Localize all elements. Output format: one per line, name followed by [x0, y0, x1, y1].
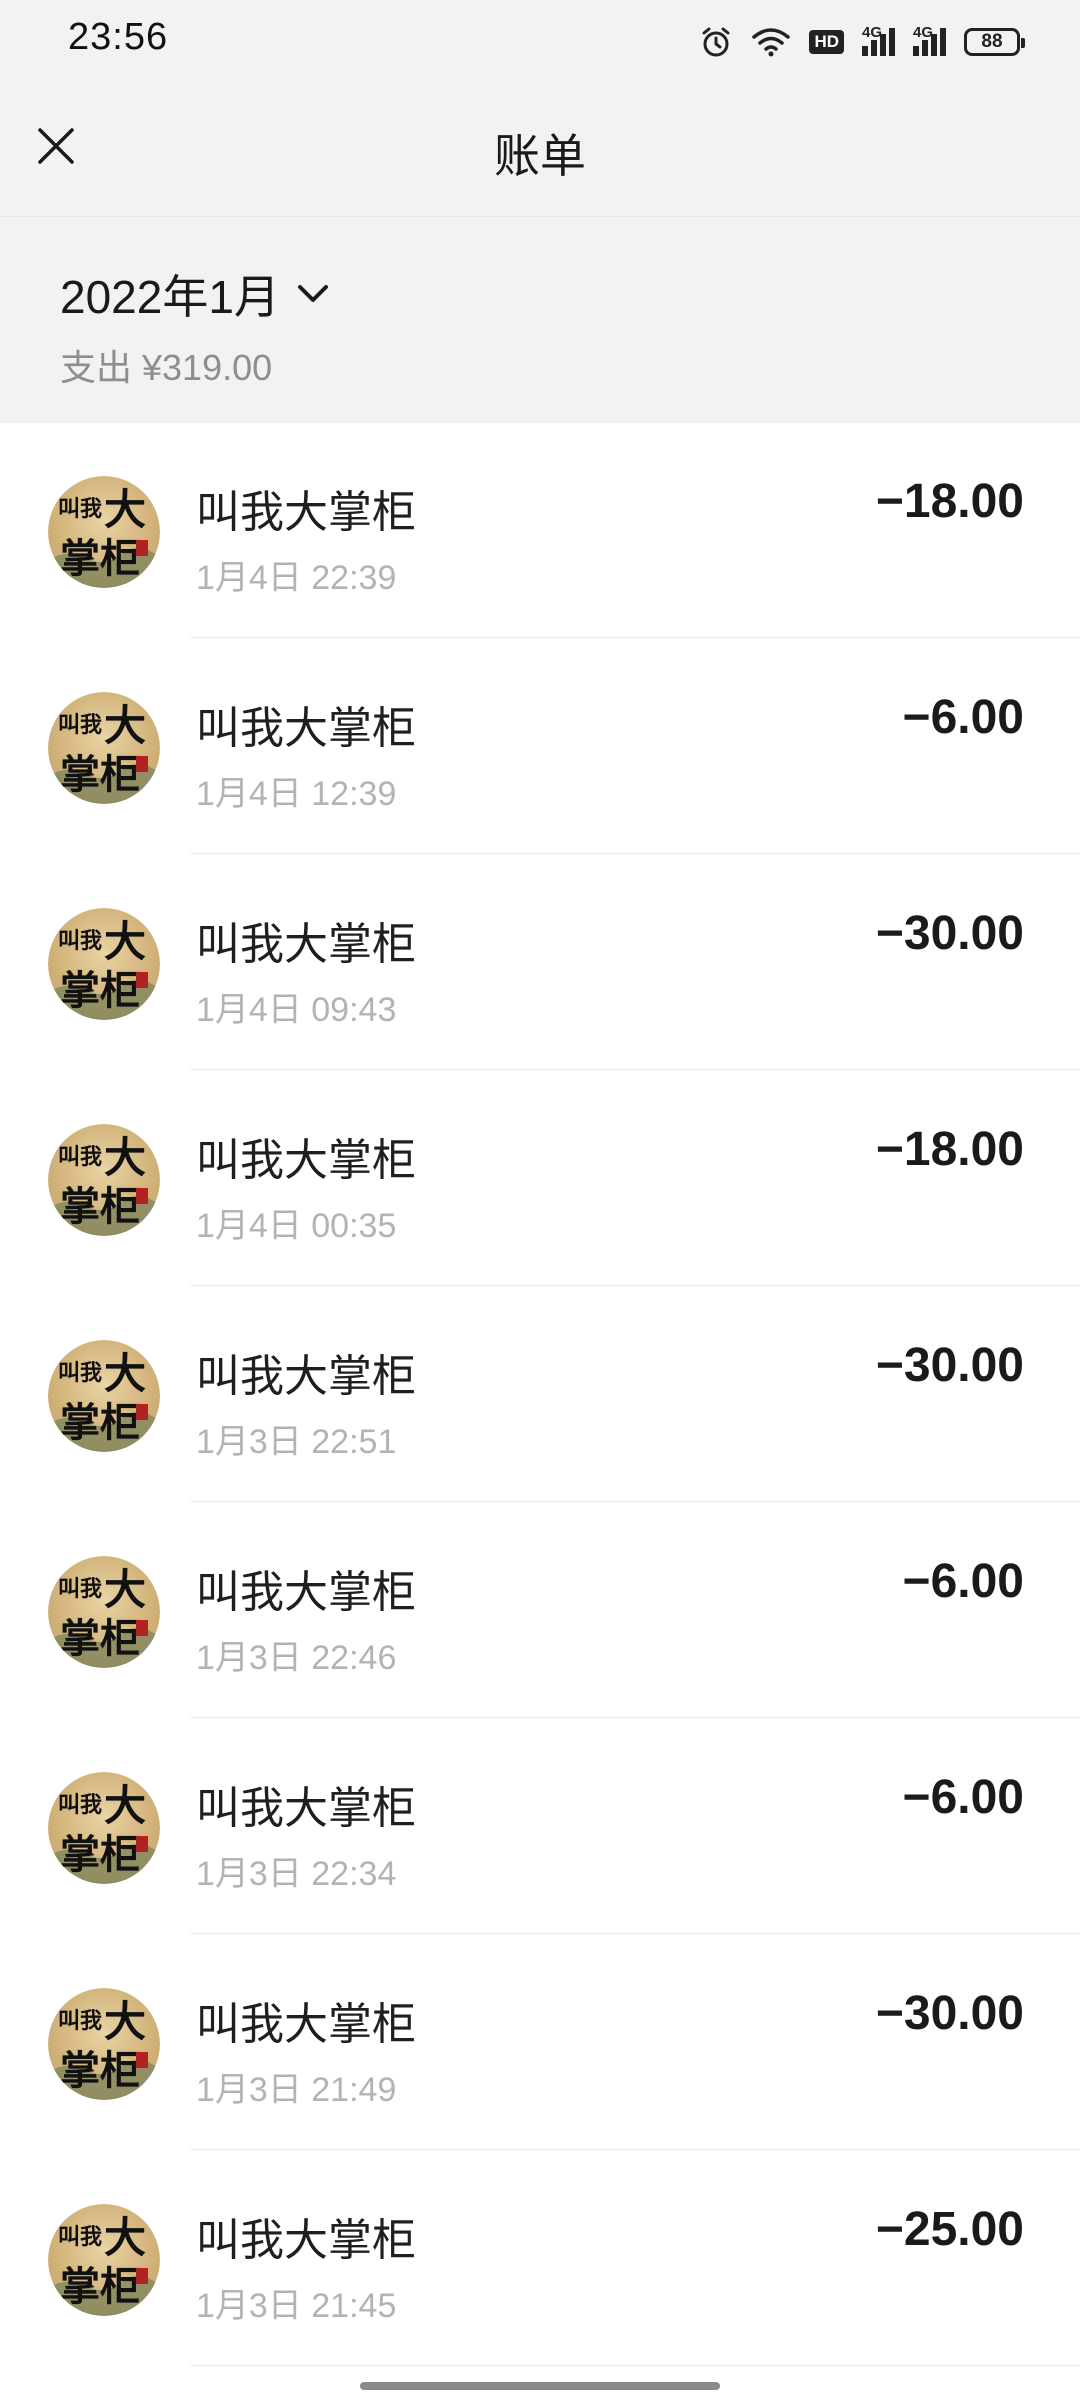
- avatar-text-big-2: 掌柜: [60, 2264, 140, 2310]
- transaction-amount: −18.00: [875, 475, 1024, 528]
- merchant-avatar: 叫我 大 掌柜: [48, 1124, 160, 1236]
- avatar-text-big-2: 掌柜: [60, 1400, 140, 1446]
- merchant-name: 叫我大掌柜: [196, 920, 416, 969]
- signal-4g-icon-2: 4G: [913, 24, 946, 56]
- merchant-avatar: 叫我 大 掌柜: [48, 2204, 160, 2316]
- merchant-avatar: 叫我 大 掌柜: [48, 476, 160, 588]
- avatar-text-big-1: 大: [104, 485, 146, 534]
- avatar-text-small: 叫我: [58, 497, 102, 522]
- merchant-name: 叫我大掌柜: [196, 1352, 416, 1401]
- avatar-text-small: 叫我: [58, 1145, 102, 1170]
- transaction-time: 1月4日 00:35: [196, 1207, 397, 1245]
- avatar-text-small: 叫我: [58, 1361, 102, 1386]
- status-icons: HD 4G 4G 88: [699, 18, 1025, 66]
- merchant-avatar: 叫我 大 掌柜: [48, 1340, 160, 1452]
- month-label: 2022年1月: [60, 271, 280, 323]
- transaction-row[interactable]: 叫我 大 掌柜 叫我大掌柜 1月3日 22:34 −6.00: [0, 1718, 1080, 1934]
- transaction-time: 1月4日 09:43: [196, 991, 397, 1029]
- avatar-text-big-1: 大: [104, 1565, 146, 1614]
- home-indicator[interactable]: [360, 2382, 720, 2390]
- merchant-avatar: 叫我 大 掌柜: [48, 1556, 160, 1668]
- merchant-name: 叫我大掌柜: [196, 1136, 416, 1185]
- transaction-row[interactable]: 叫我 大 掌柜 叫我大掌柜 1月3日 22:46 −6.00: [0, 1502, 1080, 1718]
- avatar-text-big-2: 掌柜: [60, 968, 140, 1014]
- avatar-text-small: 叫我: [58, 2009, 102, 2034]
- transaction-time: 1月3日 22:46: [196, 1639, 397, 1677]
- avatar-text-small: 叫我: [58, 1793, 102, 1818]
- avatar-text-big-1: 大: [104, 917, 146, 966]
- transaction-row[interactable]: 叫我 大 掌柜 叫我大掌柜 1月3日 22:51 −30.00: [0, 1286, 1080, 1502]
- avatar-text-big-2: 掌柜: [60, 1832, 140, 1878]
- transaction-amount: −6.00: [902, 691, 1024, 744]
- transaction-row[interactable]: 叫我 大 掌柜 叫我大掌柜 1月4日 12:39 −6.00: [0, 638, 1080, 854]
- merchant-name: 叫我大掌柜: [196, 1784, 416, 1833]
- month-summary: 2022年1月 支出 ¥319.00: [0, 216, 1080, 423]
- chevron-down-icon: [297, 285, 328, 302]
- page-title: 账单: [494, 130, 586, 182]
- transaction-amount: −30.00: [875, 1339, 1024, 1392]
- avatar-text-big-2: 掌柜: [60, 2048, 140, 2094]
- avatar-text-big-2: 掌柜: [60, 752, 140, 798]
- merchant-name: 叫我大掌柜: [196, 488, 416, 537]
- transaction-list: 叫我 大 掌柜 叫我大掌柜 1月4日 22:39 −18.00 叫我 大 掌柜 …: [0, 422, 1080, 2366]
- avatar-text-big-1: 大: [104, 1997, 146, 2046]
- transaction-time: 1月3日 22:51: [196, 1423, 397, 1461]
- avatar-text-small: 叫我: [58, 2225, 102, 2250]
- transaction-time: 1月3日 21:49: [196, 2071, 397, 2109]
- header-bar: 账单: [0, 84, 1080, 216]
- avatar-text-big-1: 大: [104, 1133, 146, 1182]
- avatar-text-small: 叫我: [58, 929, 102, 954]
- transaction-amount: −6.00: [902, 1555, 1024, 1608]
- expense-total: 支出 ¥319.00: [60, 347, 273, 388]
- merchant-avatar: 叫我 大 掌柜: [48, 908, 160, 1020]
- merchant-name: 叫我大掌柜: [196, 2000, 416, 2049]
- avatar-text-big-2: 掌柜: [60, 1616, 140, 1662]
- avatar-text-big-1: 大: [104, 1781, 146, 1830]
- transaction-row[interactable]: 叫我 大 掌柜 叫我大掌柜 1月3日 21:49 −30.00: [0, 1934, 1080, 2150]
- avatar-text-small: 叫我: [58, 1577, 102, 1602]
- transaction-time: 1月3日 21:45: [196, 2287, 397, 2325]
- month-picker-button[interactable]: 2022年1月: [60, 261, 330, 327]
- transaction-amount: −6.00: [902, 1771, 1024, 1824]
- transaction-time: 1月4日 12:39: [196, 775, 397, 813]
- transaction-row[interactable]: 叫我 大 掌柜 叫我大掌柜 1月4日 09:43 −30.00: [0, 854, 1080, 1070]
- merchant-avatar: 叫我 大 掌柜: [48, 1772, 160, 1884]
- transaction-amount: −30.00: [875, 1987, 1024, 2040]
- transaction-time: 1月3日 22:34: [196, 1855, 397, 1893]
- avatar-text-big-1: 大: [104, 701, 146, 750]
- battery-icon: 88: [964, 28, 1025, 56]
- transaction-row[interactable]: 叫我 大 掌柜 叫我大掌柜 1月4日 22:39 −18.00: [0, 422, 1080, 638]
- avatar-text-big-2: 掌柜: [60, 1184, 140, 1230]
- merchant-avatar: 叫我 大 掌柜: [48, 692, 160, 804]
- transaction-amount: −25.00: [875, 2203, 1024, 2256]
- merchant-name: 叫我大掌柜: [196, 2216, 416, 2265]
- transaction-amount: −30.00: [875, 907, 1024, 960]
- alarm-icon: [699, 25, 733, 59]
- merchant-name: 叫我大掌柜: [196, 704, 416, 753]
- avatar-text-big-1: 大: [104, 1349, 146, 1398]
- transaction-time: 1月4日 22:39: [196, 559, 397, 597]
- transaction-amount: −18.00: [875, 1123, 1024, 1176]
- avatar-text-big-2: 掌柜: [60, 536, 140, 582]
- hd-icon: HD: [809, 30, 844, 54]
- transaction-row[interactable]: 叫我 大 掌柜 叫我大掌柜 1月4日 00:35 −18.00: [0, 1070, 1080, 1286]
- merchant-name: 叫我大掌柜: [196, 1568, 416, 1617]
- avatar-text-big-1: 大: [104, 2213, 146, 2262]
- avatar-text-small: 叫我: [58, 713, 102, 738]
- transaction-row[interactable]: 叫我 大 掌柜 叫我大掌柜 1月3日 21:45 −25.00: [0, 2150, 1080, 2366]
- signal-4g-icon: 4G: [862, 24, 895, 56]
- status-time: 23:56: [68, 16, 169, 58]
- status-bar: 23:56 HD 4G 4G 88: [0, 0, 1080, 84]
- wifi-icon: [751, 26, 791, 58]
- merchant-avatar: 叫我 大 掌柜: [48, 1988, 160, 2100]
